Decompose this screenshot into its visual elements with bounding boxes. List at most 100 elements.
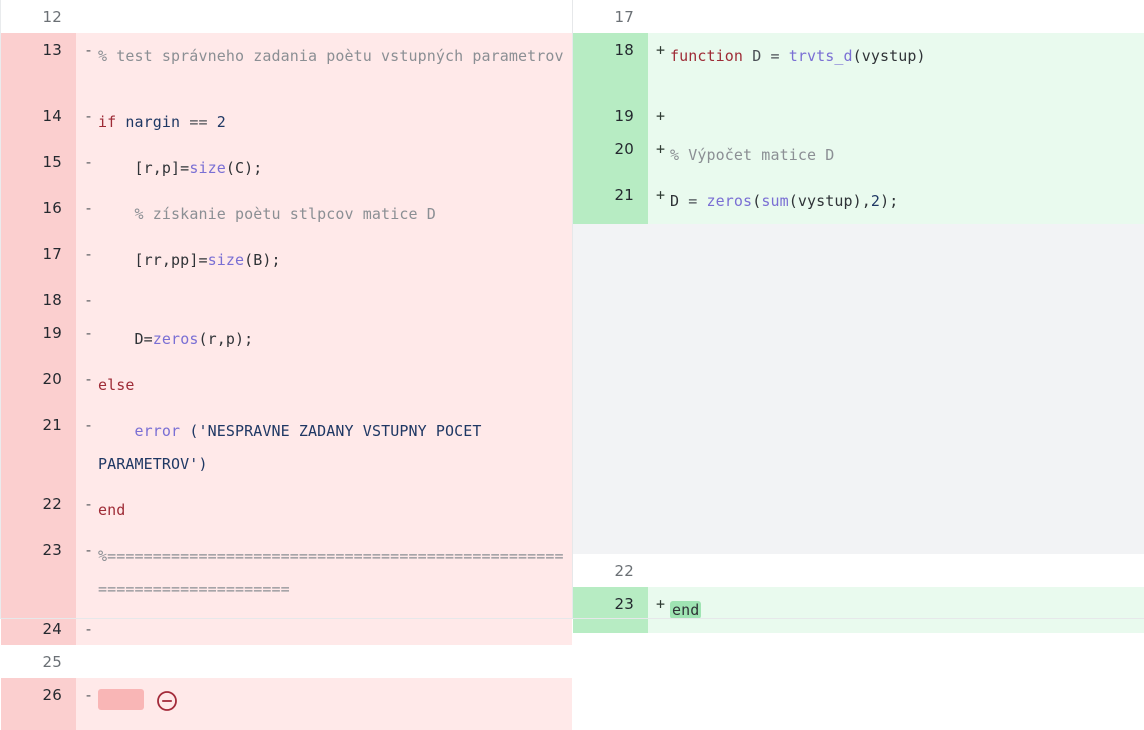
code-line[interactable] xyxy=(98,645,572,678)
table-row[interactable]: 20 + % Výpočet matice D xyxy=(573,132,1144,178)
code-line[interactable]: [r,p]=size(C); xyxy=(98,145,572,191)
code-token-function: trvts_d xyxy=(788,47,853,65)
line-number-new[interactable]: 23 xyxy=(573,587,648,633)
code-line[interactable] xyxy=(670,554,1144,587)
code-line[interactable] xyxy=(98,283,572,316)
diff-pane-new: 17 18 + function D = trvts_d(vystup) 19 … xyxy=(572,0,1144,633)
table-row[interactable]: 19 - D=zeros(r,p); xyxy=(1,316,572,362)
code-token-plain: (C); xyxy=(225,159,263,177)
line-number-old[interactable]: 18 xyxy=(1,283,76,316)
line-number-new[interactable]: 19 xyxy=(573,99,648,132)
diff-marker: - xyxy=(84,416,94,434)
diff-marker: - xyxy=(84,199,94,217)
code-line[interactable]: D = zeros(sum(vystup),2); xyxy=(670,178,1144,224)
code-line[interactable]: end xyxy=(670,587,1144,633)
table-row[interactable]: 20 - else xyxy=(1,362,572,408)
code-token-comment: % test správneho zadania poètu vstupných… xyxy=(98,47,564,65)
table-row[interactable]: 18 - xyxy=(1,283,572,316)
line-number-old[interactable]: 13 xyxy=(1,33,76,99)
line-number-old[interactable]: 19 xyxy=(1,316,76,362)
line-number-old[interactable]: 20 xyxy=(1,362,76,408)
code-token-keyword: function xyxy=(670,47,753,65)
table-row[interactable]: 25 xyxy=(1,645,572,678)
line-number-old[interactable]: 23 xyxy=(1,533,76,612)
diff-marker: - xyxy=(84,245,94,263)
code-line[interactable] xyxy=(98,678,572,730)
code-token-variable: nargin xyxy=(125,113,190,131)
diff-marker xyxy=(648,554,670,587)
table-row[interactable]: 13 - % test správneho zadania poètu vstu… xyxy=(1,33,572,99)
table-row[interactable]: 17 xyxy=(573,0,1144,33)
code-line[interactable]: error ('NESPRAVNE ZADANY VSTUPNY POCET P… xyxy=(98,408,572,487)
table-row[interactable]: 21 - error ('NESPRAVNE ZADANY VSTUPNY PO… xyxy=(1,408,572,487)
line-number-old[interactable]: 15 xyxy=(1,145,76,191)
table-row[interactable]: 22 xyxy=(573,554,1144,587)
table-row[interactable]: 26 - xyxy=(1,678,572,730)
table-row[interactable]: 16 - % získanie poètu stlpcov matice D xyxy=(1,191,572,237)
diff-marker xyxy=(76,0,98,33)
code-token-function: size xyxy=(189,159,226,177)
code-token-operator: = xyxy=(688,192,707,210)
table-row[interactable]: 23 - %==================================… xyxy=(1,533,572,612)
line-number-old[interactable]: 25 xyxy=(1,645,76,678)
line-number-new[interactable]: 17 xyxy=(573,0,648,33)
line-number-old[interactable]: 21 xyxy=(1,408,76,487)
code-line[interactable]: % Výpočet matice D xyxy=(670,132,1144,178)
code-token-keyword: else xyxy=(98,376,135,394)
code-token-plain: D= xyxy=(98,330,153,348)
line-number-old[interactable]: 12 xyxy=(1,0,76,33)
line-number-new[interactable]: 21 xyxy=(573,178,648,224)
line-number-old[interactable]: 24 xyxy=(1,612,76,645)
code-line[interactable] xyxy=(670,99,1144,132)
code-line[interactable] xyxy=(98,0,572,33)
line-number-old[interactable]: 16 xyxy=(1,191,76,237)
code-token-keyword: end xyxy=(98,501,126,519)
line-number-new[interactable]: 18 xyxy=(573,33,648,99)
diff-marker: + xyxy=(656,107,666,125)
code-line[interactable]: else xyxy=(98,362,572,408)
table-row[interactable]: 15 - [r,p]=size(C); xyxy=(1,145,572,191)
table-row[interactable]: 17 - [rr,pp]=size(B); xyxy=(1,237,572,283)
table-row[interactable]: 18 + function D = trvts_d(vystup) xyxy=(573,33,1144,99)
code-token-plain: ( xyxy=(752,192,762,210)
code-line[interactable]: %=======================================… xyxy=(98,533,572,612)
table-row[interactable]: 19 + xyxy=(573,99,1144,132)
code-token-comment: % Výpočet matice D xyxy=(670,146,835,164)
code-line[interactable]: end xyxy=(98,487,572,533)
code-token-plain: ); xyxy=(880,192,899,210)
line-number-old[interactable]: 22 xyxy=(1,487,76,533)
code-token-function: error xyxy=(98,422,190,440)
code-line[interactable]: function D = trvts_d(vystup) xyxy=(670,33,1144,99)
table-row[interactable]: 12 xyxy=(1,0,572,33)
table-row[interactable]: 21 + D = zeros(sum(vystup),2); xyxy=(573,178,1144,224)
table-row[interactable]: 22 - end xyxy=(1,487,572,533)
diff-pane-old: 12 13 - % test správneho zadania poètu v… xyxy=(0,0,572,730)
code-token-number: 2 xyxy=(870,192,881,210)
line-number-new[interactable]: 22 xyxy=(573,554,648,587)
diff-marker: - xyxy=(84,370,94,388)
code-line[interactable]: if nargin == 2 xyxy=(98,99,572,145)
code-line[interactable] xyxy=(670,0,1144,33)
code-token-plain: D xyxy=(670,192,689,210)
diff-marker: - xyxy=(84,541,94,559)
code-line[interactable]: D=zeros(r,p); xyxy=(98,316,572,362)
diff-rows-old: 12 13 - % test správneho zadania poètu v… xyxy=(1,0,572,730)
line-number-old[interactable]: 26 xyxy=(1,678,76,730)
table-row[interactable]: 14 - if nargin == 2 xyxy=(1,99,572,145)
diff-marker: + xyxy=(656,140,666,158)
code-token-plain: (r,p); xyxy=(198,330,254,348)
circle-minus-icon[interactable] xyxy=(156,690,178,724)
added-word-chip: end xyxy=(670,601,702,619)
code-line[interactable]: [rr,pp]=size(B); xyxy=(98,237,572,283)
code-line[interactable]: % získanie poètu stlpcov matice D xyxy=(98,191,572,237)
table-row[interactable]: 23 + end xyxy=(573,587,1144,633)
code-token-comment: %=======================================… xyxy=(98,547,564,598)
code-token-plain: [r,p]= xyxy=(98,159,190,177)
line-number-old[interactable]: 14 xyxy=(1,99,76,145)
line-number-new[interactable]: 20 xyxy=(573,132,648,178)
line-number-old[interactable]: 17 xyxy=(1,237,76,283)
table-row[interactable]: 24 - xyxy=(1,612,572,645)
diff-marker: - xyxy=(84,495,94,513)
code-line[interactable] xyxy=(98,612,572,645)
code-line[interactable]: % test správneho zadania poètu vstupných… xyxy=(98,33,572,99)
